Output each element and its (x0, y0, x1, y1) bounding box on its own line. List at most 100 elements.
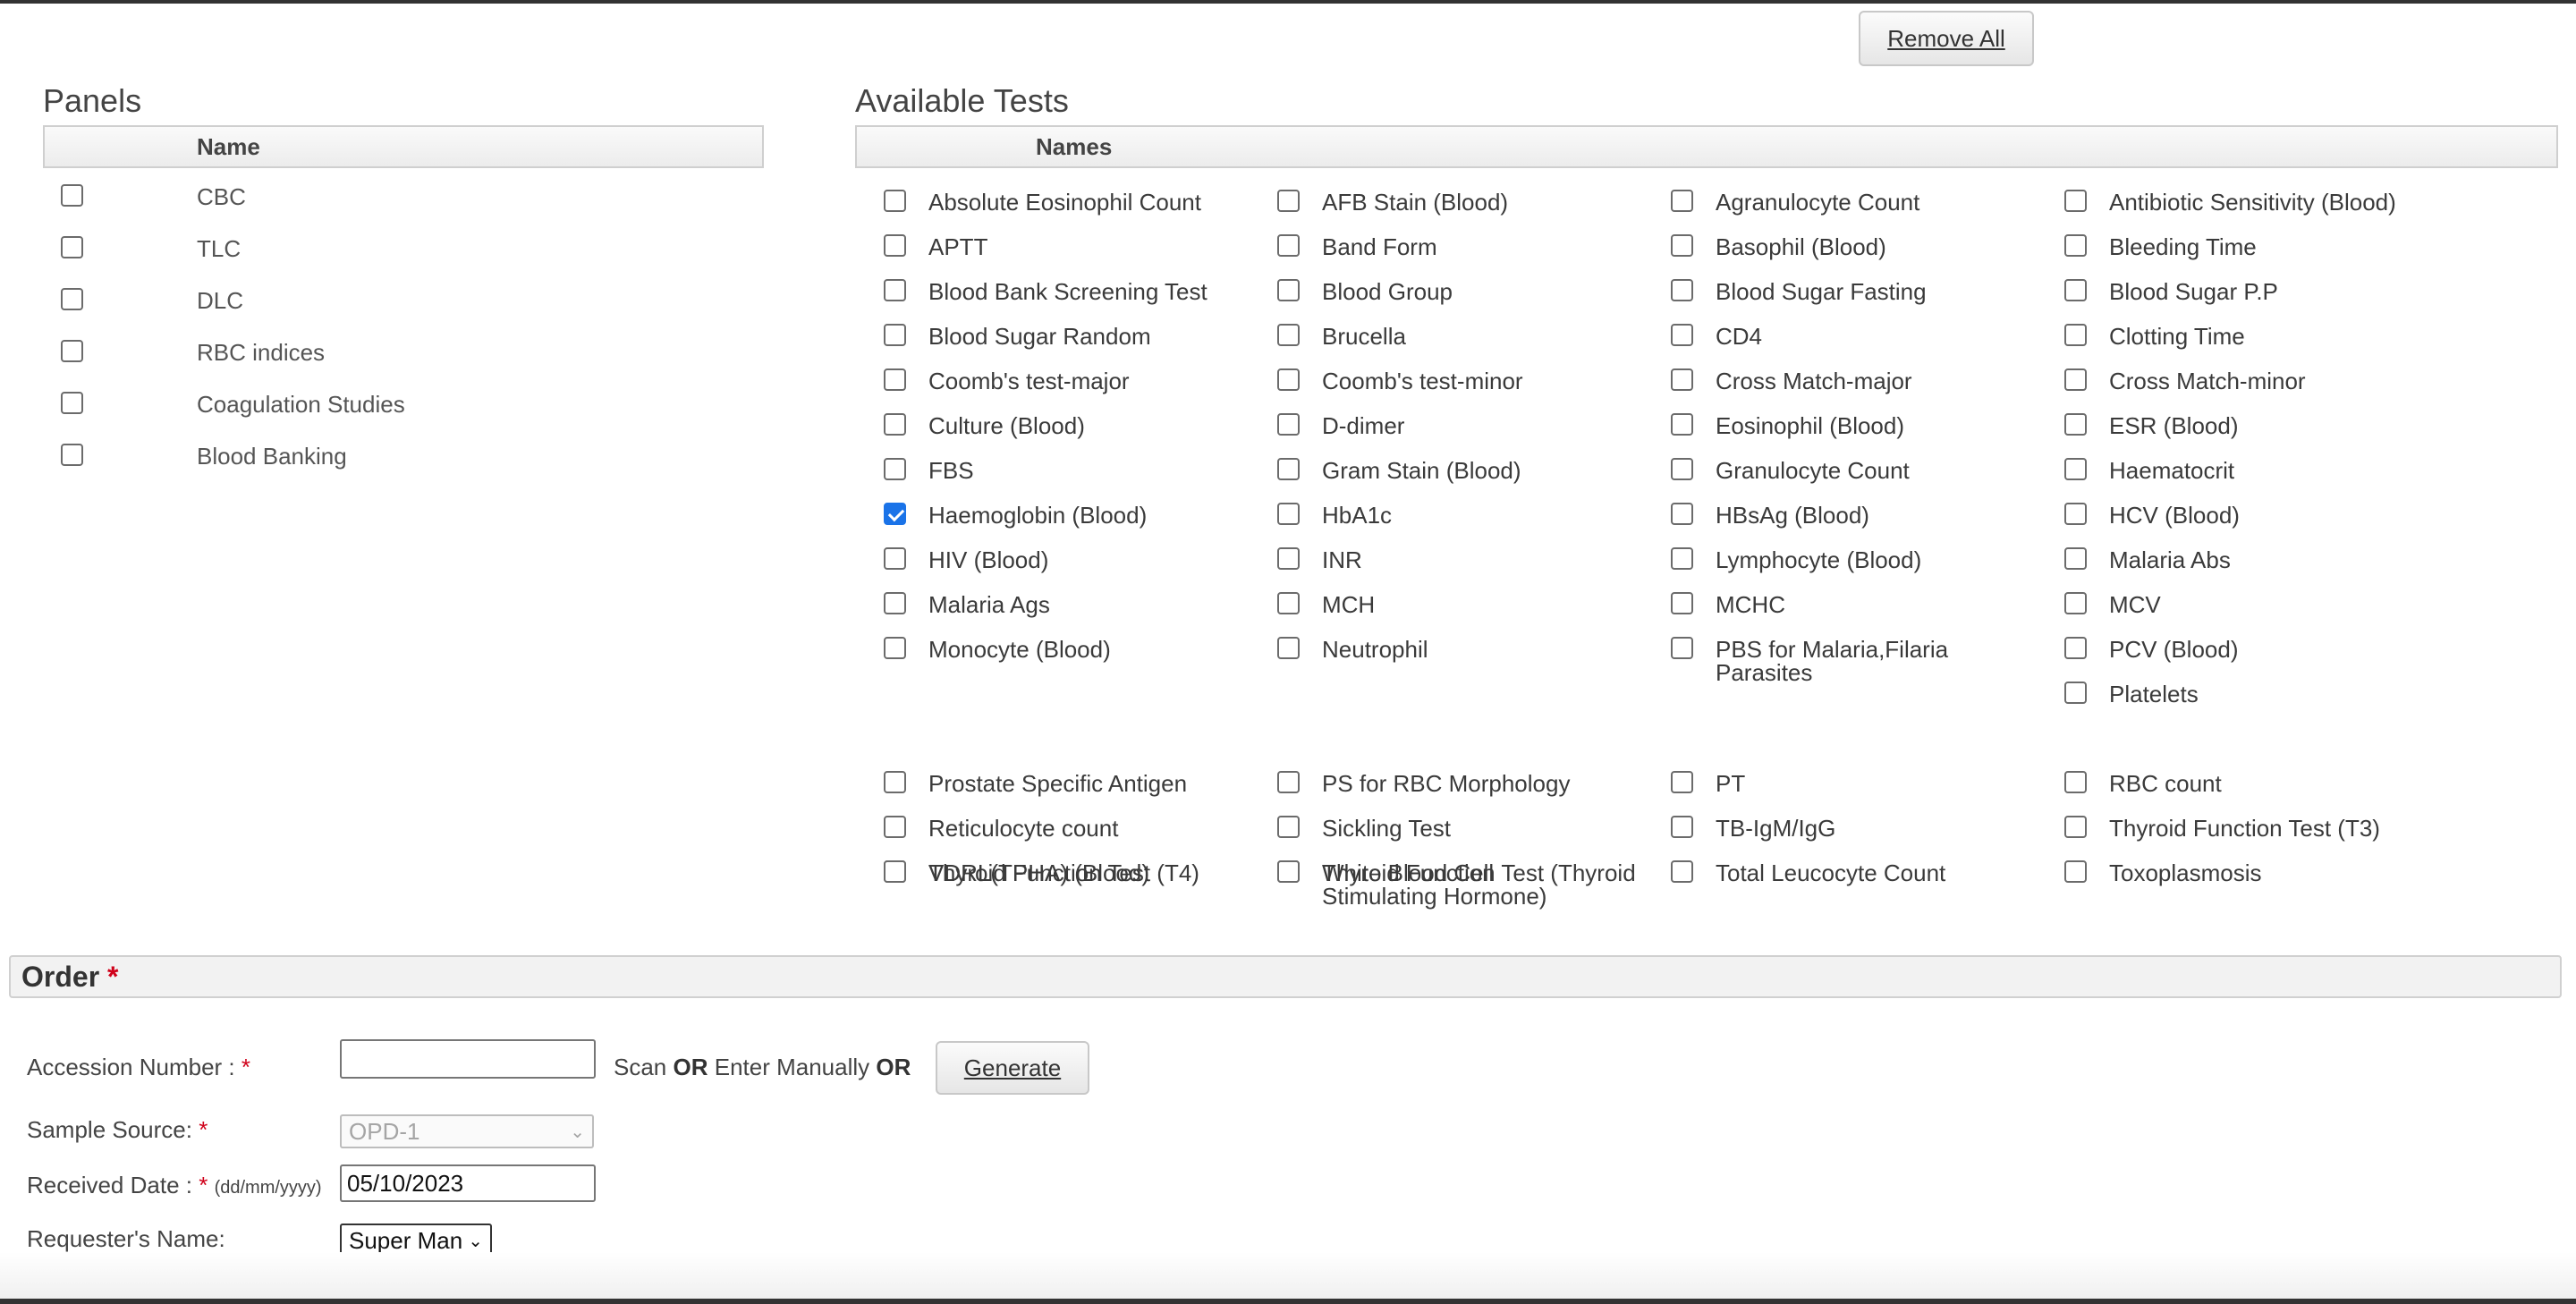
test-label: Total Leucocyte Count (1716, 859, 1946, 886)
panel-checkbox[interactable] (61, 236, 83, 258)
test-checkbox[interactable] (2064, 279, 2087, 301)
test-label: APTT (928, 233, 988, 260)
test-checkbox[interactable] (2064, 592, 2087, 614)
test-checkbox[interactable] (1671, 592, 1693, 614)
test-checkbox[interactable] (2064, 682, 2087, 704)
test-checkbox[interactable] (1277, 547, 1300, 570)
test-label: PCV (Blood) (2109, 636, 2239, 663)
test-checkbox[interactable] (1671, 637, 1693, 659)
test-label: RBC count (2109, 770, 2222, 797)
test-checkbox[interactable] (1277, 816, 1300, 838)
test-checkbox[interactable] (2064, 860, 2087, 883)
test-checkbox[interactable] (1671, 771, 1693, 793)
test-checkbox[interactable] (2064, 413, 2087, 436)
test-checkbox[interactable] (884, 190, 906, 212)
test-checkbox[interactable] (2064, 458, 2087, 480)
test-checkbox[interactable] (1671, 279, 1693, 301)
test-label: HbA1c (1322, 502, 1393, 529)
panel-checkbox[interactable] (61, 288, 83, 310)
test-checkbox[interactable] (1277, 592, 1300, 614)
test-label: Coomb's test-major (928, 368, 1130, 394)
test-checkbox[interactable] (1277, 279, 1300, 301)
received-date-label: Received Date : * (dd/mm/yyyy) (27, 1172, 322, 1199)
panel-checkbox[interactable] (61, 392, 83, 414)
test-checkbox[interactable] (2064, 547, 2087, 570)
test-label: Eosinophil (Blood) (1716, 412, 1905, 439)
sample-source-select[interactable]: OPD-1 ⌄ (340, 1114, 594, 1148)
test-checkbox[interactable] (1277, 368, 1300, 391)
test-label: Cross Match-minor (2109, 368, 2306, 394)
accession-number-label: Accession Number : * (27, 1054, 250, 1081)
test-checkbox[interactable] (884, 816, 906, 838)
test-checkbox[interactable] (884, 458, 906, 480)
test-checkbox[interactable] (884, 503, 906, 525)
test-checkbox[interactable] (1277, 190, 1300, 212)
test-checkbox[interactable] (884, 234, 906, 257)
test-checkbox[interactable] (1277, 324, 1300, 346)
test-checkbox[interactable] (2064, 771, 2087, 793)
required-marker: * (199, 1172, 208, 1198)
required-marker: * (241, 1054, 250, 1080)
test-label: Prostate Specific Antigen (928, 770, 1188, 797)
test-checkbox[interactable] (1671, 413, 1693, 436)
test-label: VDRL(TPHA) (Blood) (928, 859, 1150, 886)
panel-checkbox[interactable] (61, 444, 83, 466)
test-label: HBsAg (Blood) (1716, 502, 1869, 529)
test-checkbox[interactable] (884, 637, 906, 659)
test-checkbox[interactable] (1671, 190, 1693, 212)
test-checkbox[interactable] (2064, 637, 2087, 659)
generate-button[interactable]: Generate (936, 1041, 1089, 1095)
remove-all-button[interactable]: Remove All (1859, 11, 2034, 66)
test-checkbox[interactable] (1671, 458, 1693, 480)
panels-column-header: Name (43, 125, 764, 168)
test-checkbox[interactable] (884, 547, 906, 570)
test-checkbox[interactable] (1671, 368, 1693, 391)
test-checkbox[interactable] (2064, 324, 2087, 346)
test-checkbox[interactable] (2064, 503, 2087, 525)
test-checkbox[interactable] (1277, 637, 1300, 659)
test-checkbox[interactable] (884, 413, 906, 436)
required-marker: * (199, 1116, 208, 1143)
test-checkbox[interactable] (884, 860, 906, 883)
test-checkbox[interactable] (1277, 458, 1300, 480)
test-checkbox[interactable] (1671, 860, 1693, 883)
test-checkbox[interactable] (1277, 413, 1300, 436)
received-date-input[interactable] (340, 1164, 596, 1202)
test-checkbox[interactable] (884, 368, 906, 391)
test-checkbox[interactable] (1277, 234, 1300, 257)
test-checkbox[interactable] (884, 592, 906, 614)
test-checkbox[interactable] (2064, 816, 2087, 838)
test-checkbox[interactable] (1277, 771, 1300, 793)
test-checkbox[interactable] (2064, 368, 2087, 391)
test-checkbox[interactable] (1277, 503, 1300, 525)
test-checkbox[interactable] (1671, 816, 1693, 838)
required-marker: * (107, 960, 119, 993)
sample-source-label: Sample Source: * (27, 1116, 208, 1144)
panel-checkbox[interactable] (61, 184, 83, 207)
test-checkbox[interactable] (1277, 860, 1300, 883)
chevron-down-icon: ⌄ (468, 1231, 483, 1251)
sample-source-value: OPD-1 (349, 1117, 420, 1145)
test-label: Reticulocyte count (928, 815, 1119, 842)
test-checkbox[interactable] (1671, 503, 1693, 525)
test-checkbox[interactable] (884, 324, 906, 346)
test-checkbox[interactable] (2064, 190, 2087, 212)
test-label: Blood Sugar Fasting (1716, 278, 1927, 305)
test-checkbox[interactable] (1671, 324, 1693, 346)
test-checkbox[interactable] (884, 771, 906, 793)
test-checkbox[interactable] (884, 279, 906, 301)
received-date-label-text: Received Date : (27, 1172, 199, 1198)
requester-name-value: Super Man (349, 1226, 463, 1254)
test-checkbox[interactable] (1671, 547, 1693, 570)
test-checkbox[interactable] (2064, 234, 2087, 257)
test-label: Monocyte (Blood) (928, 636, 1111, 663)
test-label: Gram Stain (Blood) (1322, 457, 1521, 484)
test-label: Blood Sugar P.P (2109, 278, 2278, 305)
scan-or-manual-text: Scan OR Enter Manually OR (614, 1054, 911, 1081)
test-label: Thyroid Function Test (T3) (2109, 815, 2380, 842)
test-label: FBS (928, 457, 974, 484)
accession-number-input[interactable] (340, 1039, 596, 1079)
test-checkbox[interactable] (1671, 234, 1693, 257)
panel-label: TLC (197, 235, 242, 262)
panel-checkbox[interactable] (61, 340, 83, 362)
